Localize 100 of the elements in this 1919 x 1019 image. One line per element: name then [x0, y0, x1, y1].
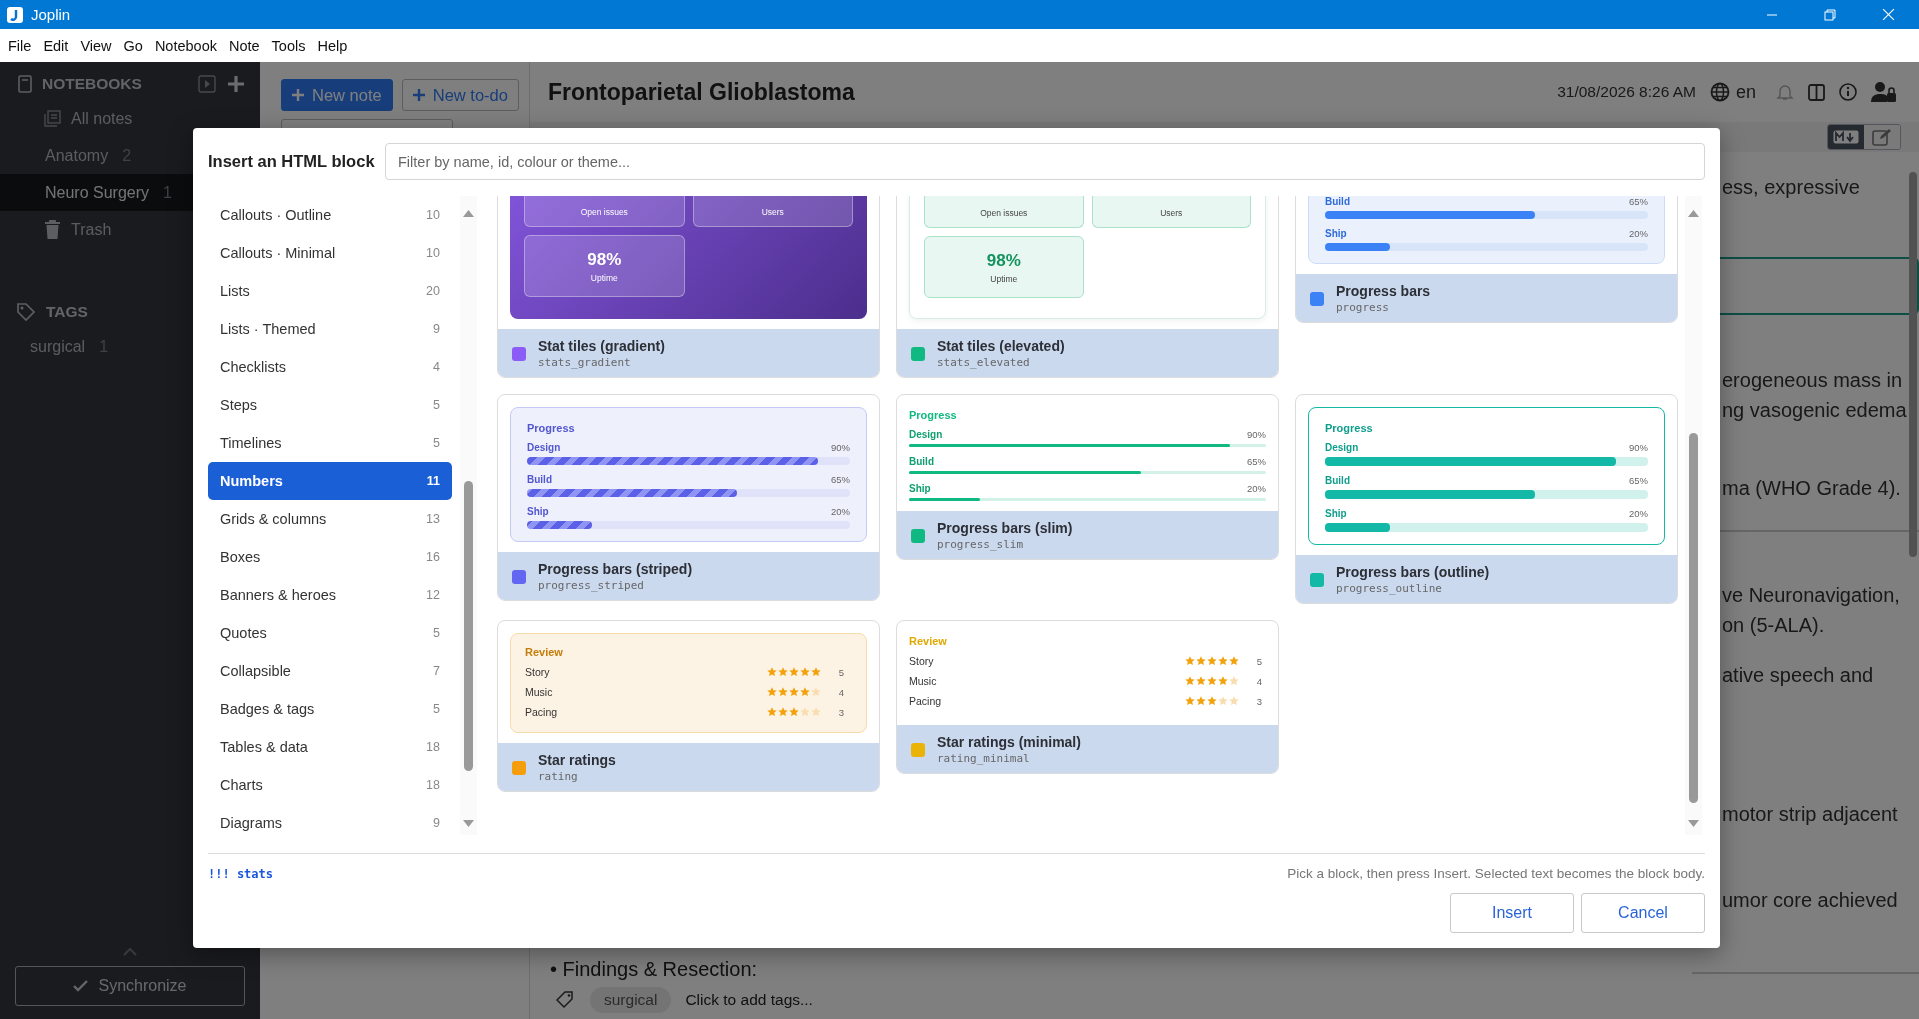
block-id: stats_elevated [937, 356, 1031, 369]
category-item[interactable]: Diagrams 9 [208, 804, 452, 835]
menu-item[interactable]: Go [117, 37, 149, 54]
star-icon [1184, 676, 1195, 686]
rating-label: Pacing [525, 706, 559, 718]
block-id: stats_gradient [538, 356, 632, 369]
rating-value: 5 [838, 666, 844, 678]
star-icon [810, 687, 821, 697]
stat-label: Uptime [990, 273, 1018, 284]
scrollbar-thumb[interactable] [1909, 172, 1917, 557]
rating-value: 3 [838, 706, 844, 718]
hint-text: Pick a block, then press Insert. Selected text becomes the block body. [1287, 866, 1705, 881]
bar-reading: 20% [1629, 228, 1648, 239]
category-item[interactable]: Timelines 5 [208, 424, 452, 462]
star-icon [1228, 696, 1239, 706]
star-icon [1217, 656, 1228, 666]
category-item[interactable]: Lists 20 [208, 272, 452, 310]
restore-icon[interactable] [1824, 8, 1836, 21]
insert-button[interactable]: Insert [1450, 893, 1574, 933]
category-item[interactable]: Collapsible 7 [208, 652, 452, 690]
info-icon[interactable] [1839, 83, 1857, 101]
star-icon [1217, 676, 1228, 686]
category-item[interactable]: Tables & data 18 [208, 728, 452, 766]
star-icon [1195, 696, 1206, 706]
plus-icon[interactable] [226, 74, 246, 94]
bar-label: Build [1325, 196, 1350, 207]
star-icon [1184, 656, 1195, 666]
category-item[interactable]: Badges & tags 5 [208, 690, 452, 728]
cancel-button[interactable]: Cancel [1581, 893, 1705, 933]
markdown-icon [1833, 130, 1859, 144]
category-item[interactable]: Checklists 4 [208, 348, 452, 386]
block-id: progress_striped [538, 579, 645, 592]
category-item[interactable]: Banners & heroes 12 [208, 576, 452, 614]
rating-value: 5 [1256, 655, 1262, 667]
rating-label: Story [909, 655, 935, 667]
close-icon[interactable] [1882, 8, 1895, 21]
category-item[interactable]: Lists · Themed 9 [208, 310, 452, 348]
bell-icon[interactable] [1776, 83, 1794, 101]
block-card[interactable]: Review Story 5 Music 4 Pacing 3 Star ratings rating [497, 620, 880, 792]
star-icon [766, 667, 777, 677]
category-item[interactable]: Numbers 11 [208, 462, 452, 500]
scroll-down-icon[interactable] [1688, 820, 1699, 827]
bar-reading: 20% [1247, 483, 1266, 494]
panel-toggle-icon[interactable] [198, 75, 216, 93]
menu-item[interactable]: Tools [265, 37, 312, 54]
category-item[interactable]: Steps 5 [208, 386, 452, 424]
scrollbar-thumb[interactable] [1689, 433, 1698, 803]
note-datetime: 31/08/2026 8:26 AM [1557, 83, 1696, 101]
block-id: progress [1336, 301, 1390, 314]
category-item[interactable]: Callouts · Minimal 10 [208, 234, 452, 272]
section-heading: TAGS [46, 303, 88, 321]
globe-icon[interactable] [1709, 82, 1730, 102]
block-card[interactable]: Open issues Users 98% Uptime Stat tiles (elevated) stats_elevated [896, 196, 1279, 378]
star-icon [810, 667, 821, 677]
stat-label: Open issues [580, 207, 628, 217]
category-item[interactable]: Grids & columns 13 [208, 500, 452, 538]
scroll-up-icon[interactable] [1688, 210, 1699, 217]
menu-item[interactable]: File [2, 37, 38, 54]
menu-item[interactable]: View [74, 37, 118, 54]
block-card[interactable]: Progress Design 90% Build 65% Ship 20% Progress bars (outline) progress_outline [1295, 394, 1678, 604]
markdown-view-button[interactable] [1828, 125, 1864, 149]
notebook-icon [18, 75, 32, 93]
language-label[interactable]: en [1735, 81, 1756, 103]
note-text-fragment: motor strip adjacent [1722, 802, 1898, 827]
tag-icon[interactable] [556, 991, 576, 1009]
menu-item[interactable]: Help [311, 37, 354, 54]
preview-title: Progress [1325, 422, 1374, 434]
block-card[interactable]: Progress Design 90% Build 65% Ship 20% Progress bars (striped) progress_striped [497, 394, 880, 601]
bar-reading: 90% [831, 442, 850, 453]
block-name: Star ratings [538, 752, 616, 768]
block-card[interactable]: Review Story 5 Music 4 Pacing 3 Star ratings (minimal) rating_minimal [896, 620, 1279, 774]
user-lock-icon[interactable] [1871, 81, 1897, 103]
layout-icon[interactable] [1808, 83, 1825, 101]
scrollbar-thumb[interactable] [464, 481, 473, 771]
scroll-up-icon[interactable] [463, 210, 474, 217]
category-item[interactable]: Quotes 5 [208, 614, 452, 652]
star-icon [777, 667, 788, 677]
note-title[interactable]: Frontoparietal Glioblastoma [548, 78, 855, 106]
note-text-fragment: ative speech and [1722, 663, 1874, 688]
caret-up-icon[interactable] [123, 947, 137, 956]
add-tags-link[interactable]: Click to add tags... [685, 991, 813, 1009]
star-icon [777, 707, 788, 717]
block-id: rating_minimal [937, 752, 1031, 765]
stat-value: 98% [986, 250, 1021, 271]
block-card[interactable]: Build 65% Ship 20% Progress bars progress [1295, 196, 1678, 323]
bar-label: Ship [527, 506, 549, 517]
star-icon [788, 667, 799, 677]
rating-label: Music [525, 686, 554, 698]
block-card[interactable]: Progress Design 90% Build 65% Ship 20% Progress bars (slim) progress_slim [896, 394, 1279, 560]
notes-icon [44, 110, 61, 127]
scroll-down-icon[interactable] [463, 820, 474, 827]
menu-item[interactable]: Notebook [148, 37, 223, 54]
selected-block-code: !!! stats [208, 866, 274, 881]
rating-label: Story [525, 666, 551, 678]
filter-field[interactable]: Filter by name, id, colour or theme... [385, 143, 1705, 180]
category-item[interactable]: Boxes 16 [208, 538, 452, 576]
block-card[interactable]: Open issues Users 98% Uptime Stat tiles (gradient) stats_gradient [497, 196, 880, 378]
menu-item[interactable]: Note [222, 37, 266, 54]
menu-item[interactable]: Edit [37, 37, 75, 54]
category-item[interactable]: Charts 18 [208, 766, 452, 804]
